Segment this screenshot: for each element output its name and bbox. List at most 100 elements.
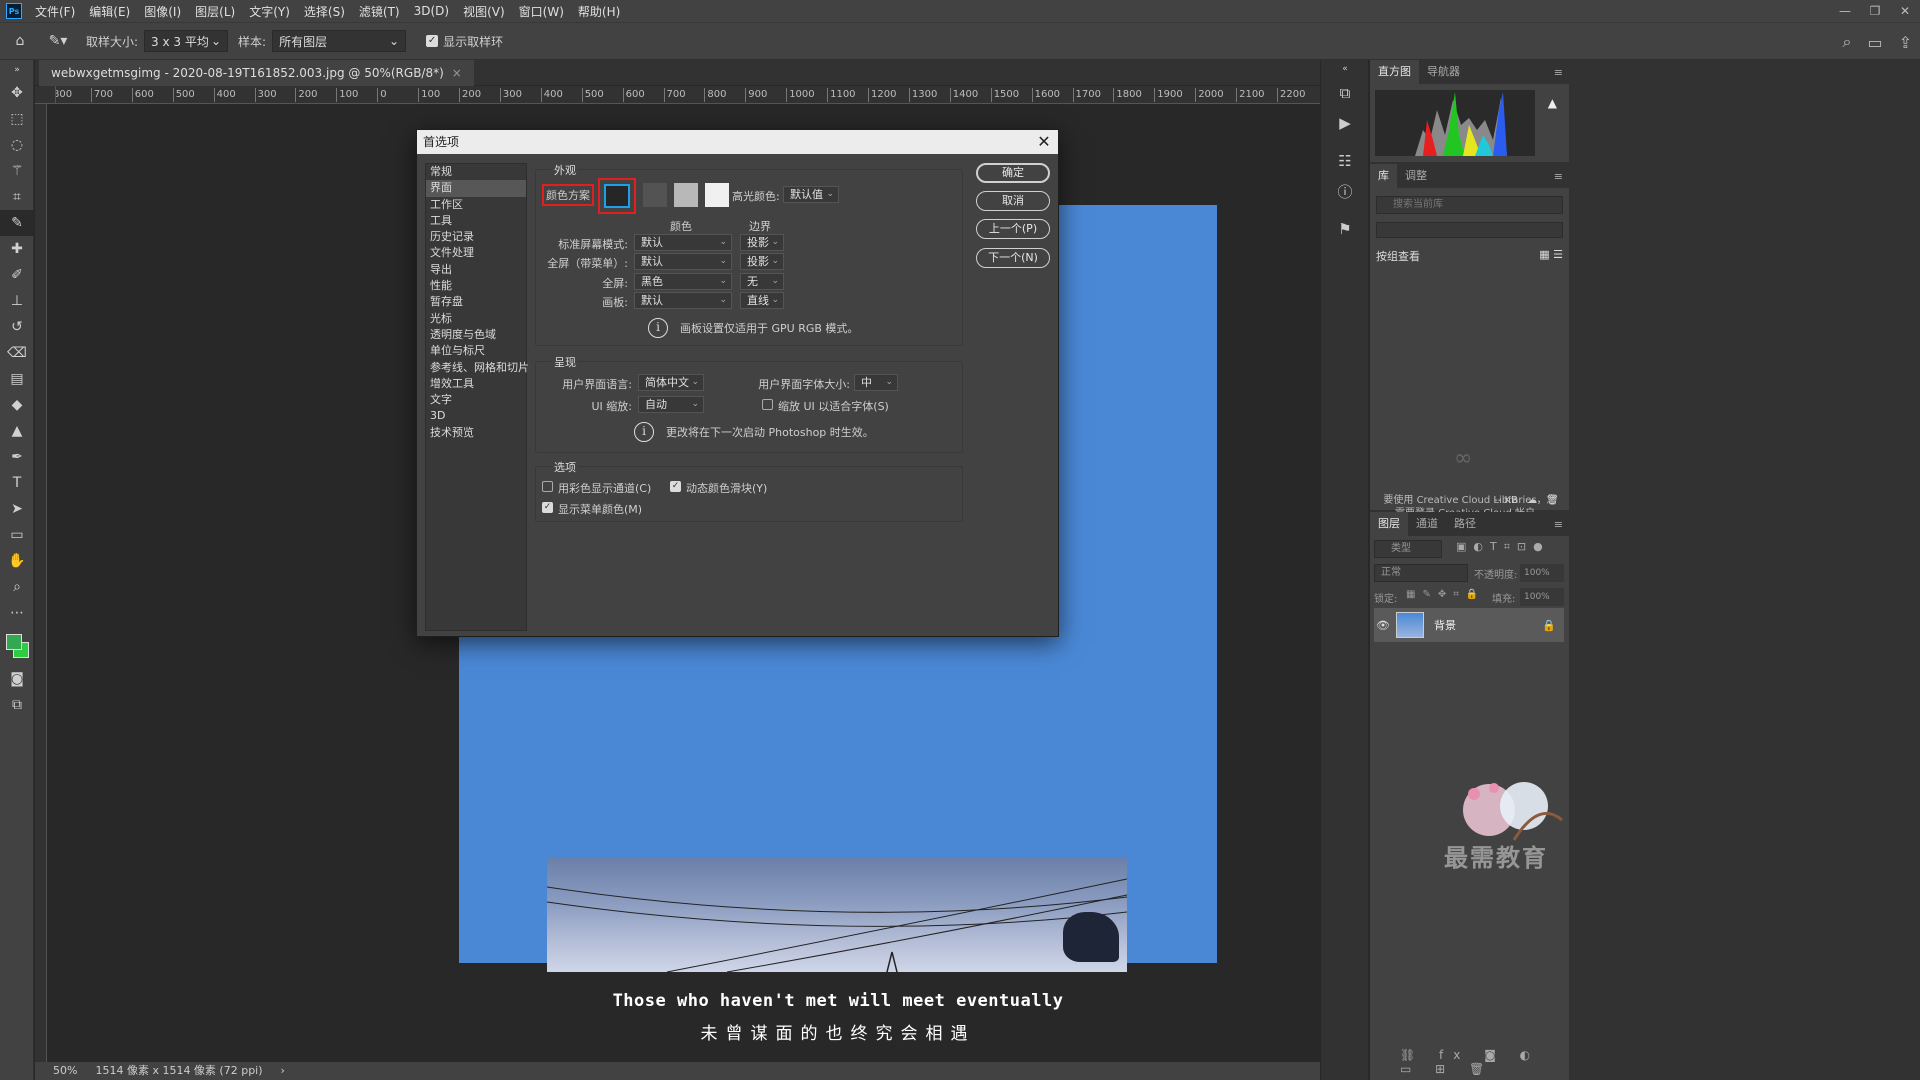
category-scratch-disks[interactable]: 暂存盘: [426, 294, 526, 310]
category-file-handling[interactable]: 文件处理: [426, 245, 526, 261]
category-cursors[interactable]: 光标: [426, 311, 526, 327]
menu-help[interactable]: 帮助(H): [571, 3, 627, 20]
dialog-close-icon[interactable]: ✕: [1030, 130, 1058, 154]
tab-channels[interactable]: 通道: [1408, 512, 1446, 536]
magic-wand-tool-icon[interactable]: ⚚: [0, 158, 34, 184]
pen-tool-icon[interactable]: ✒: [0, 444, 34, 470]
ui-scale-select[interactable]: 自动 ⌄: [638, 396, 704, 413]
tab-adjustments[interactable]: 调整: [1397, 164, 1435, 188]
minimize-icon[interactable]: —: [1830, 0, 1860, 22]
status-arrow-icon[interactable]: ›: [281, 1062, 285, 1080]
category-interface[interactable]: 界面: [426, 180, 526, 197]
workspace-icon[interactable]: ▭: [1867, 33, 1882, 52]
ok-button[interactable]: 确定: [976, 163, 1050, 183]
fullscreen-border-select[interactable]: 无 ⌄: [740, 273, 784, 290]
cloud-icon[interactable]: ☁: [1527, 495, 1537, 506]
color-scheme-swatch-darkest[interactable]: [604, 184, 630, 208]
restore-icon[interactable]: ❐: [1860, 0, 1890, 22]
layer-filter-icons[interactable]: ▣◐T⌗⊡●: [1456, 540, 1550, 554]
blend-mode-select[interactable]: 正常: [1374, 564, 1468, 582]
more-tools-icon[interactable]: ⋯: [0, 600, 34, 626]
menu-filter[interactable]: 滤镜(T): [352, 3, 407, 20]
eraser-tool-icon[interactable]: ⌫: [0, 340, 34, 366]
share-icon[interactable]: ⇪: [1899, 33, 1912, 52]
menu-layer[interactable]: 图层(L): [188, 3, 242, 20]
artboard-color-select[interactable]: 默认 ⌄: [634, 292, 732, 309]
color-scheme-swatch-light[interactable]: [705, 183, 729, 207]
history-brush-tool-icon[interactable]: ↺: [0, 314, 34, 340]
color-swatches[interactable]: [0, 626, 34, 666]
shape-tool-icon[interactable]: ▭: [0, 522, 34, 548]
tab-paths[interactable]: 路径: [1446, 512, 1484, 536]
show-ring-checkbox[interactable]: ✓: [426, 35, 439, 47]
category-units-rulers[interactable]: 单位与标尺: [426, 343, 526, 359]
tab-layers[interactable]: 图层: [1370, 512, 1408, 536]
fullscreen-color-select[interactable]: 黑色 ⌄: [634, 273, 732, 290]
marquee-tool-icon[interactable]: ⬚: [0, 106, 34, 132]
properties-panel-icon[interactable]: ☷: [1321, 146, 1369, 176]
next-button[interactable]: 下一个(N): [976, 248, 1050, 268]
menu-image[interactable]: 图像(I): [137, 3, 188, 20]
highlight-color-select[interactable]: 默认值 ⌄: [783, 186, 839, 203]
foreground-color-swatch[interactable]: [6, 634, 22, 650]
screen-mode-icon[interactable]: ⧉: [0, 692, 34, 718]
ui-language-select[interactable]: 简体中文 ⌄: [638, 374, 704, 391]
menu-type[interactable]: 文字(Y): [242, 3, 297, 20]
eyedropper-preset-icon[interactable]: ✎▾: [40, 28, 76, 54]
menu-select[interactable]: 选择(S): [297, 3, 352, 20]
category-tech-preview[interactable]: 技术预览: [426, 425, 526, 441]
color-scheme-swatch-medium[interactable]: [674, 183, 698, 207]
category-workspace[interactable]: 工作区: [426, 197, 526, 213]
category-general[interactable]: 常规: [426, 164, 526, 180]
previous-button[interactable]: 上一个(P): [976, 219, 1050, 239]
color-channels-checkbox[interactable]: [542, 481, 553, 492]
tab-histogram[interactable]: 直方图: [1370, 60, 1419, 84]
library-view-select[interactable]: 按组查看: [1376, 248, 1420, 264]
ruler-origin[interactable]: [35, 86, 56, 104]
color-scheme-swatch-dark[interactable]: [643, 183, 667, 207]
move-tool-icon[interactable]: ✥: [0, 80, 34, 106]
crop-tool-icon[interactable]: ⌗: [0, 184, 34, 210]
history-panel-icon[interactable]: ⧉: [1321, 78, 1369, 108]
opacity-input[interactable]: 100%: [1520, 564, 1564, 582]
menu-3d[interactable]: 3D(D): [407, 4, 456, 18]
layer-filter-select[interactable]: 类型: [1374, 540, 1442, 558]
menu-window[interactable]: 窗口(W): [512, 3, 571, 20]
actions-play-icon[interactable]: ▶: [1321, 108, 1369, 138]
visibility-eye-icon[interactable]: 👁: [1374, 619, 1392, 632]
ui-font-size-select[interactable]: 中 ⌄: [854, 374, 898, 391]
trash-icon[interactable]: 🗑: [1546, 495, 1559, 506]
fill-input[interactable]: 100%: [1520, 588, 1564, 606]
standard-screen-border-select[interactable]: 投影 ⌄: [740, 234, 784, 251]
layer-bottom-icons[interactable]: ⛓ fx ◙ ◐ ▭ ⊞ 🗑: [1400, 1048, 1569, 1076]
eyedropper-tool-icon[interactable]: ✎: [0, 210, 34, 236]
zoom-tool-icon[interactable]: ⌕: [0, 574, 34, 600]
panel-menu-icon[interactable]: ≡: [1554, 518, 1563, 531]
document-tab[interactable]: webwxgetmsgimg - 2020-08-19T161852.003.j…: [39, 60, 474, 86]
sample-select[interactable]: 所有图层 ⌄: [272, 30, 407, 52]
category-plugins[interactable]: 增效工具: [426, 376, 526, 392]
menu-edit[interactable]: 编辑(E): [82, 3, 137, 20]
home-icon[interactable]: ⌂: [0, 28, 40, 54]
scale-fit-checkbox[interactable]: [762, 399, 773, 410]
collapse-panels-icon[interactable]: «: [1321, 60, 1369, 78]
search-icon[interactable]: ⌕: [1843, 32, 1852, 52]
collapse-toolbar-icon[interactable]: »: [0, 60, 34, 80]
layer-row-background[interactable]: 👁 背景 🔒: [1374, 608, 1564, 642]
category-type[interactable]: 文字: [426, 392, 526, 408]
category-history[interactable]: 历史记录: [426, 229, 526, 245]
menu-view[interactable]: 视图(V): [456, 3, 512, 20]
tab-library[interactable]: 库: [1370, 164, 1397, 188]
panel-menu-icon[interactable]: ≡: [1554, 66, 1563, 79]
menu-file[interactable]: 文件(F): [28, 3, 82, 20]
tab-navigator[interactable]: 导航器: [1419, 60, 1468, 84]
clone-stamp-tool-icon[interactable]: ⊥: [0, 288, 34, 314]
sample-size-select[interactable]: 3 x 3 平均 ⌄: [144, 30, 229, 52]
dynamic-sliders-checkbox[interactable]: ✓: [670, 481, 681, 492]
category-transparency[interactable]: 透明度与色域: [426, 327, 526, 343]
fullscreen-menu-color-select[interactable]: 默认 ⌄: [634, 253, 732, 270]
lock-icons[interactable]: ▦✎✥⌗🔒: [1406, 589, 1485, 600]
close-tab-icon[interactable]: ×: [452, 66, 462, 80]
gradient-tool-icon[interactable]: ▤: [0, 366, 34, 392]
dodge-tool-icon[interactable]: ▲: [0, 418, 34, 444]
